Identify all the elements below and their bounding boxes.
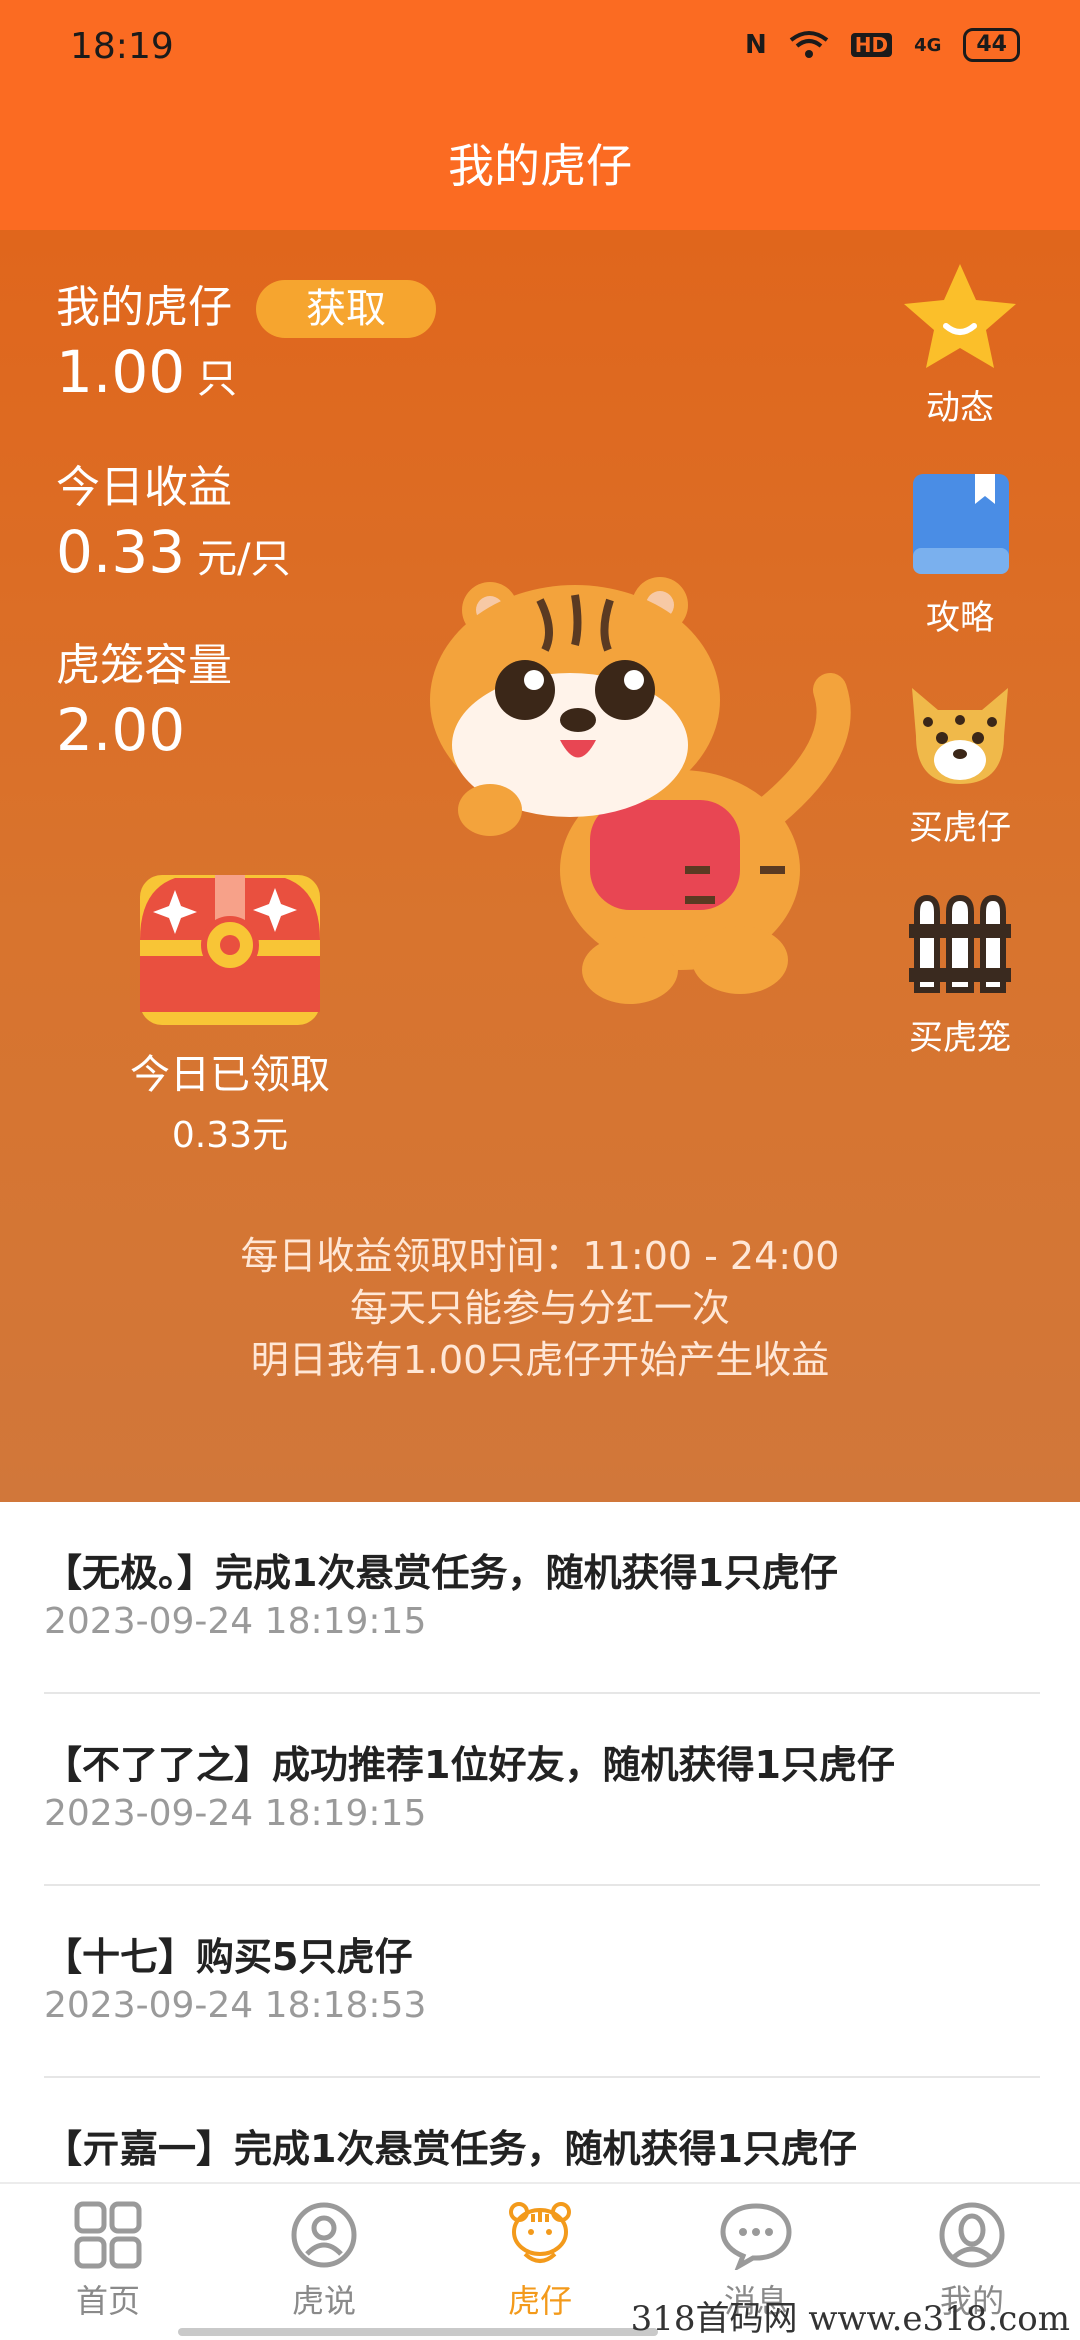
tab-label: 虎说 [291,2282,356,2320]
tiger-dashboard: 我的虎仔 1.00 只 获取 今日收益 0.33 元/只 虎笼容量 2.00 今日已… [0,230,1080,1502]
feed-message: 【亓嘉一】完成1次悬赏任务，随机获得1只虎仔 [44,2127,857,2171]
note-line: 每天只能参与分红一次 [349,1286,730,1330]
tab-label: 虎仔 [507,2282,572,2320]
today-income-stat: 今日收益 0.33 元/只 [56,460,291,595]
leopard-face-icon [912,688,1008,784]
tab-tiger[interactable]: 虎仔 [432,2184,648,2340]
grid-icon [74,2201,142,2269]
feed-time: 2023-09-24 18:19:15 [44,1793,427,1834]
list-item: 【十七】购买5只虎仔 2023-09-24 18:18:53 [44,1886,1040,2078]
get-tiger-button[interactable]: 获取 [256,280,436,338]
income-notes: 每日收益领取时间：11:00 - 24:00 每天只能参与分红一次 明日我有1.… [0,1230,1080,1386]
book-icon [913,474,1009,574]
note-line: 每日收益领取时间：11:00 - 24:00 [240,1234,840,1278]
feed-time: 2023-09-24 18:19:15 [44,1601,427,1642]
note-line: 明日我有1.00只虎仔开始产生收益 [250,1338,830,1382]
my-tiger-value: 1.00 只 [56,338,238,406]
side-item-dynamics[interactable]: 动态 [880,260,1040,429]
watermark: 318首码网 www.e318.com [630,2299,1070,2339]
today-income-value: 0.33 元/只 [56,518,291,586]
list-item: 【无极。】完成1次悬赏任务，随机获得1只虎仔 2023-09-24 18:19:… [44,1502,1040,1694]
side-item-buy-cage[interactable]: 买虎笼 [880,890,1040,1059]
today-income-label: 今日收益 [56,462,232,513]
activity-feed: 【无极。】完成1次悬赏任务，随机获得1只虎仔 2023-09-24 18:19:… [44,1502,1040,2270]
side-item-guide[interactable]: 攻略 [880,470,1040,639]
chest-amount: 0.33元 [171,1115,289,1156]
tab-hushuo[interactable]: 虎说 [216,2184,432,2340]
feed-message: 【无极。】完成1次悬赏任务，随机获得1只虎仔 [44,1551,838,1595]
status-bar: 18:19 N HD 4G 44 [0,0,1080,100]
feed-message: 【十七】购买5只虎仔 [44,1935,413,1979]
side-item-label: 买虎笼 [909,1018,1011,1058]
my-tiger-stat: 我的虎仔 1.00 只 [56,280,237,415]
side-item-buy-tiger[interactable]: 买虎仔 [880,680,1040,849]
chest-status: 今日已领取 [130,1052,330,1098]
tab-home[interactable]: 首页 [0,2184,216,2340]
signal-icon: 4G [914,34,942,56]
star-icon [904,264,1016,368]
person-circle-icon [291,2202,357,2268]
home-indicator [178,2328,658,2336]
status-time: 18:19 [70,26,174,67]
nfc-icon: N [744,30,767,60]
status-icons: N HD 4G 44 [745,28,1020,62]
side-item-label: 买虎仔 [909,808,1011,848]
chat-bubble-icon [720,2203,792,2272]
feed-message: 【不了了之】成功推荐1位好友，随机获得1只虎仔 [44,1743,895,1787]
hd-badge: HD [850,33,893,57]
cage-capacity-label: 虎笼容量 [56,640,232,691]
cage-capacity-value: 2.00 [56,696,186,764]
wifi-icon [789,31,828,58]
my-tiger-label: 我的虎仔 [56,282,232,333]
treasure-chest-icon [140,875,320,1025]
cage-capacity-stat: 虎笼容量 2.00 [56,638,232,766]
header: 我的虎仔 [0,100,1080,230]
side-item-label: 动态 [926,388,994,428]
tab-label: 首页 [75,2282,140,2320]
tiger-icon [509,2202,571,2263]
list-item: 【不了了之】成功推荐1位好友，随机获得1只虎仔 2023-09-24 18:19… [44,1694,1040,1886]
cage-icon [909,894,1011,993]
page-title: 我的虎仔 [448,139,632,193]
daily-chest[interactable]: 今日已领取 0.33元 [100,870,360,1158]
tiger-mascot-illustration [430,577,851,1004]
user-icon [939,2202,1005,2268]
battery-icon: 44 [963,28,1020,62]
side-item-label: 攻略 [926,598,994,638]
feed-time: 2023-09-24 18:18:53 [44,1985,427,2026]
